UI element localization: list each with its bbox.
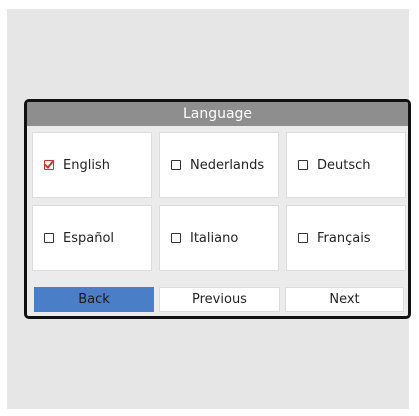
language-label: Deutsch <box>317 157 371 173</box>
language-label: English <box>63 157 110 173</box>
language-option-italiano[interactable]: Italiano <box>159 205 279 271</box>
language-option-deutsch[interactable]: Deutsch <box>286 132 406 198</box>
checkbox-icon[interactable] <box>171 160 181 170</box>
language-option-nederlands[interactable]: Nederlands <box>159 132 279 198</box>
language-label: Nederlands <box>190 157 265 173</box>
next-button[interactable]: Next <box>285 287 404 312</box>
language-dialog: Language English Nederlands Deutsch Espa… <box>24 99 411 319</box>
language-label: Italiano <box>190 230 239 246</box>
language-grid: English Nederlands Deutsch Español Itali… <box>32 132 406 272</box>
language-option-english[interactable]: English <box>32 132 152 198</box>
language-label: Español <box>63 230 115 246</box>
back-button[interactable]: Back <box>34 287 154 312</box>
checkbox-icon[interactable] <box>44 233 54 243</box>
checkbox-checked-icon[interactable] <box>44 160 54 170</box>
dialog-title: Language <box>27 102 408 126</box>
previous-button[interactable]: Previous <box>159 287 280 312</box>
language-option-espanol[interactable]: Español <box>32 205 152 271</box>
language-label: Français <box>317 230 371 246</box>
checkbox-icon[interactable] <box>298 233 308 243</box>
language-option-francais[interactable]: Français <box>286 205 406 271</box>
checkbox-icon[interactable] <box>171 233 181 243</box>
checkbox-icon[interactable] <box>298 160 308 170</box>
